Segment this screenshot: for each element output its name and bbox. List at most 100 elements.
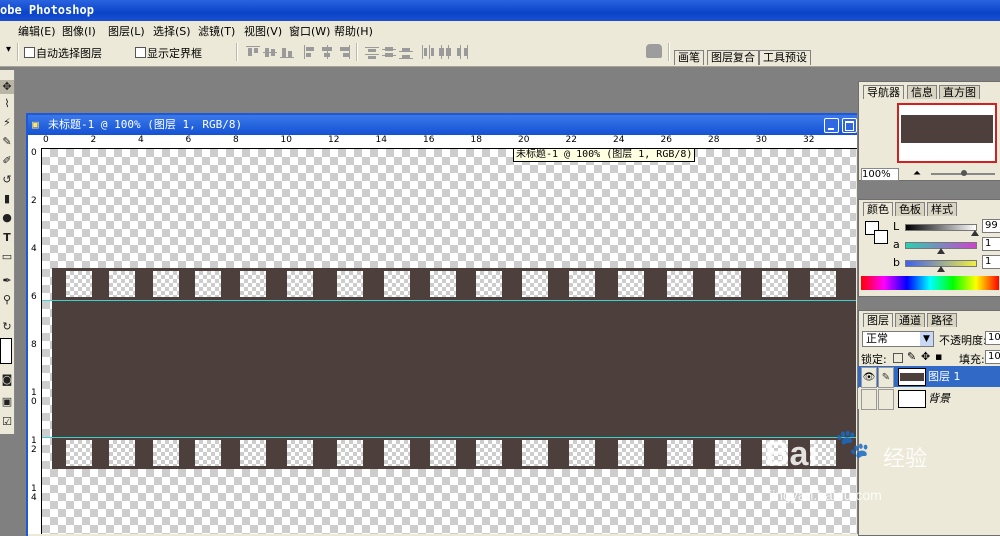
menu-select[interactable]: 选择(S) xyxy=(153,23,191,39)
tab-navigator[interactable]: 导航器 xyxy=(863,85,904,99)
channel-a-slider[interactable] xyxy=(905,242,977,254)
h-ruler-label: 2 xyxy=(90,135,97,145)
tab-layers[interactable]: 图层 xyxy=(863,313,893,327)
show-bounding-box-checkbox[interactable] xyxy=(135,47,146,58)
channel-a-thumb[interactable] xyxy=(937,248,945,254)
menu-help[interactable]: 帮助(H) xyxy=(334,23,373,39)
align-bottom-icon[interactable] xyxy=(280,45,294,59)
navigator-strip-preview xyxy=(901,115,993,143)
history-brush-icon[interactable]: ↺ xyxy=(0,173,14,187)
move-tool-icon[interactable]: ✥ xyxy=(0,80,14,94)
color-ramp[interactable] xyxy=(861,276,999,290)
fill-field[interactable]: 10 xyxy=(985,350,1000,364)
h-ruler-label: 22 xyxy=(565,135,577,145)
layer-link-toggle[interactable] xyxy=(878,389,894,410)
auto-select-layer-checkbox[interactable] xyxy=(24,47,35,58)
align-right-icon[interactable] xyxy=(337,45,351,59)
align-top-icon[interactable] xyxy=(246,45,260,59)
align-horizontal-center-icon[interactable] xyxy=(320,45,334,59)
tab-color[interactable]: 颜色 xyxy=(863,202,893,216)
brush-tool-icon[interactable]: ✐ xyxy=(0,154,14,168)
horizontal-guide[interactable] xyxy=(42,300,856,301)
tab-swatches[interactable]: 色板 xyxy=(895,202,925,216)
layer-row-layer1[interactable]: 👁 ✎ 图层 1 xyxy=(858,366,1000,388)
align-vertical-center-icon[interactable] xyxy=(263,45,277,59)
sprocket-hole xyxy=(618,440,644,466)
menu-layer[interactable]: 图层(L) xyxy=(108,23,145,39)
well-tab-brushes[interactable]: 画笔 xyxy=(674,50,704,65)
layer-name[interactable]: 背景 xyxy=(928,388,950,409)
horizontal-guide[interactable] xyxy=(42,437,856,438)
magic-wand-tool-icon[interactable]: ⚡ xyxy=(0,116,14,130)
navigator-zoom-field[interactable]: 100% xyxy=(861,168,899,181)
distribute-top-icon[interactable] xyxy=(365,45,379,59)
layer-row-background[interactable]: 背景 xyxy=(858,388,1000,410)
v-ruler-label: 6 xyxy=(31,292,37,302)
lock-all-icon[interactable]: ▪ xyxy=(935,350,942,363)
tab-styles[interactable]: 样式 xyxy=(927,202,957,216)
healing-brush-icon[interactable]: ✎ xyxy=(0,135,14,149)
tool-preset-arrow-icon[interactable]: ▾ xyxy=(6,44,11,55)
menu-image[interactable]: 图像(I) xyxy=(62,23,96,39)
align-left-icon[interactable] xyxy=(303,45,317,59)
background-color-box[interactable] xyxy=(874,230,888,244)
well-tab-tool-presets[interactable]: 工具预设 xyxy=(759,50,811,65)
document-title-bar[interactable]: ▣ 未标题-1 @ 100% (图层 1, RGB/8) xyxy=(28,115,858,135)
channel-l-value[interactable]: 99 xyxy=(982,219,1000,233)
blend-mode-select[interactable]: 正常 ▼ xyxy=(862,331,934,347)
type-tool-icon[interactable]: T xyxy=(0,231,14,245)
lasso-tool-icon[interactable]: ⌇ xyxy=(0,97,14,111)
film-strip-shape[interactable] xyxy=(52,268,856,469)
menu-view[interactable]: 视图(V) xyxy=(244,23,282,39)
opacity-field[interactable]: 10 xyxy=(985,331,1000,345)
palette-well-icon[interactable] xyxy=(646,44,662,58)
zoom-out-icon[interactable]: ⏶ xyxy=(913,168,921,179)
shape-tool-icon[interactable]: ▭ xyxy=(0,250,14,264)
standard-mode-icon[interactable]: ◙ xyxy=(0,373,14,387)
eyedropper-tool-icon[interactable]: ✒ xyxy=(0,274,14,288)
channel-a-value[interactable]: 1 xyxy=(982,237,1000,251)
maximize-button[interactable] xyxy=(842,118,857,133)
screen-mode-icon[interactable]: ▣ xyxy=(0,395,14,409)
layer-name[interactable]: 图层 1 xyxy=(928,366,961,387)
jump-to-imageready-icon[interactable]: ☑ xyxy=(0,415,14,429)
menu-edit[interactable]: 编辑(E) xyxy=(18,23,56,39)
chevron-down-icon[interactable]: ▼ xyxy=(920,332,933,346)
distribute-left-icon[interactable] xyxy=(421,45,435,59)
navigator-thumbnail[interactable] xyxy=(897,103,997,163)
visibility-toggle[interactable] xyxy=(861,389,877,410)
distribute-horizontal-center-icon[interactable] xyxy=(438,45,452,59)
channel-b-thumb[interactable] xyxy=(937,266,945,272)
v-ruler-label: 12 xyxy=(31,436,37,455)
lock-position-icon[interactable]: ✥ xyxy=(921,350,930,363)
sprocket-hole xyxy=(810,271,836,297)
tab-histogram[interactable]: 直方图 xyxy=(939,85,980,99)
gradient-tool-icon[interactable]: ▮ xyxy=(0,192,14,206)
channel-l-slider[interactable] xyxy=(905,224,980,236)
separator xyxy=(236,43,238,61)
dodge-tool-icon[interactable]: ● xyxy=(0,211,14,225)
visibility-eye-icon[interactable]: 👁 xyxy=(861,367,877,388)
lock-pixels-icon[interactable]: ✎ xyxy=(907,350,916,363)
menu-filter[interactable]: 滤镜(T) xyxy=(198,23,235,39)
channel-l-thumb[interactable] xyxy=(971,230,980,236)
zoom-tool-icon[interactable]: ⚲ xyxy=(0,293,14,307)
zoom-slider-thumb[interactable] xyxy=(961,170,967,176)
menu-window[interactable]: 窗口(W) xyxy=(289,23,330,39)
lock-transparency-icon[interactable] xyxy=(893,353,903,363)
foreground-color-swatch[interactable] xyxy=(0,338,12,364)
tab-paths[interactable]: 路径 xyxy=(927,313,957,327)
minimize-button[interactable] xyxy=(824,118,839,133)
tab-info[interactable]: 信息 xyxy=(907,85,937,99)
well-tab-layer-comps[interactable]: 图层复合 xyxy=(707,50,759,65)
channel-b-value[interactable]: 1 xyxy=(982,255,1000,269)
brush-link-icon[interactable]: ✎ xyxy=(878,367,894,388)
distribute-bottom-icon[interactable] xyxy=(399,45,413,59)
sprocket-hole xyxy=(618,271,644,297)
distribute-right-icon[interactable] xyxy=(455,45,469,59)
tab-channels[interactable]: 通道 xyxy=(895,313,925,327)
distribute-vertical-center-icon[interactable] xyxy=(382,45,396,59)
channel-b-slider[interactable] xyxy=(905,260,977,272)
swap-colors-icon[interactable]: ↻ xyxy=(0,320,14,334)
navigator-zoom-slider[interactable] xyxy=(931,170,995,176)
